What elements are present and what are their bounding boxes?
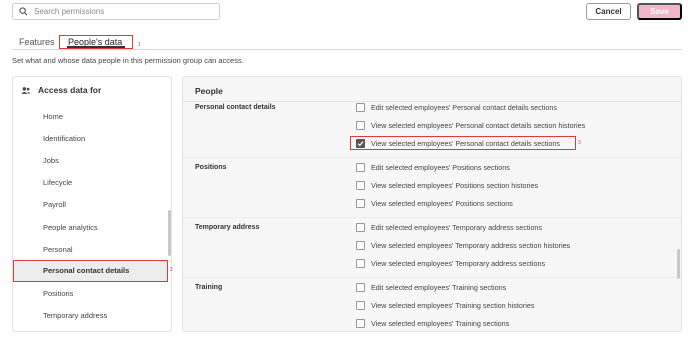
perm-label: View selected employees' Personal contac…: [371, 121, 586, 130]
nav-item-payroll[interactable]: Payroll: [43, 200, 66, 209]
nav-item-identification[interactable]: Identification: [43, 134, 85, 143]
perm-label: View selected employees' Temporary addre…: [371, 241, 571, 250]
divider: [183, 101, 681, 102]
perm-label: View selected employees' Positions secti…: [371, 199, 513, 208]
search-input[interactable]: [34, 7, 204, 16]
group-title-positions: Positions: [195, 164, 227, 171]
nav-item-home[interactable]: Home: [43, 112, 63, 121]
perm-label: Edit selected employees' Positions secti…: [371, 163, 510, 172]
perm-label: View selected employees' Training sectio…: [371, 301, 535, 310]
checkbox[interactable]: [356, 241, 365, 250]
group-title-temporary-address: Temporary address: [195, 224, 260, 231]
access-data-title: Access data for: [38, 85, 102, 95]
nav-item-temporary-address[interactable]: Temporary address: [43, 311, 107, 320]
perm-view-temporary-address[interactable]: View selected employees' Temporary addre…: [356, 259, 545, 268]
perm-edit-training[interactable]: Edit selected employees' Training sectio…: [356, 283, 506, 292]
group-separator: [183, 217, 681, 218]
cancel-button[interactable]: Cancel: [586, 3, 631, 20]
checkmark-icon: [357, 141, 364, 147]
checkbox[interactable]: [356, 199, 365, 208]
tab-features[interactable]: Features: [19, 37, 55, 47]
permissions-panel: People Personal contact details Edit sel…: [182, 76, 682, 332]
nav-item-people-analytics[interactable]: People analytics: [43, 223, 98, 232]
perm-label: View selected employees' Temporary addre…: [371, 259, 546, 268]
perm-label: View selected employees' Personal contac…: [371, 139, 561, 148]
perm-view-training[interactable]: View selected employees' Training sectio…: [356, 319, 509, 328]
nav-item-personal[interactable]: Personal: [43, 245, 73, 254]
annotation-marker-1: 1: [138, 42, 141, 48]
perm-view-personal-contact-details[interactable]: View selected employees' Personal contac…: [356, 139, 560, 148]
tab-peoples-data[interactable]: People's data: [59, 35, 133, 49]
perm-label: Edit selected employees' Personal contac…: [371, 103, 557, 112]
access-data-header: Access data for: [21, 85, 101, 95]
perm-label: Edit selected employees' Temporary addre…: [371, 223, 543, 232]
checkbox[interactable]: [356, 223, 365, 232]
perm-label: Edit selected employees' Training sectio…: [371, 283, 507, 292]
perm-label: View selected employees' Positions secti…: [371, 181, 539, 190]
perm-edit-positions[interactable]: Edit selected employees' Positions secti…: [356, 163, 510, 172]
search-bar[interactable]: [12, 3, 220, 20]
perm-view-positions[interactable]: View selected employees' Positions secti…: [356, 199, 513, 208]
group-separator: [183, 157, 681, 158]
nav-item-lifecycle[interactable]: Lifecycle: [43, 178, 72, 187]
perm-edit-personal-contact-details[interactable]: Edit selected employees' Personal contac…: [356, 103, 557, 112]
tab-bar: Features People's data: [12, 35, 682, 50]
nav-item-positions[interactable]: Positions: [43, 289, 73, 298]
annotation-marker-2: 2: [170, 267, 173, 273]
perm-view-positions-histories[interactable]: View selected employees' Positions secti…: [356, 181, 538, 190]
perm-label: View selected employees' Training sectio…: [371, 319, 510, 328]
checkbox[interactable]: [356, 163, 365, 172]
left-scrollbar[interactable]: [168, 210, 171, 256]
group-separator: [183, 277, 681, 278]
access-data-panel: Access data for Home Identification Jobs…: [12, 76, 172, 332]
checkbox[interactable]: [356, 181, 365, 190]
nav-item-jobs[interactable]: Jobs: [43, 156, 59, 165]
checkbox[interactable]: [356, 121, 365, 130]
checkbox[interactable]: [356, 319, 365, 328]
search-icon: [19, 7, 28, 16]
checkbox[interactable]: [356, 283, 365, 292]
perm-view-personal-contact-details-histories[interactable]: View selected employees' Personal contac…: [356, 121, 585, 130]
annotation-marker-3: 3: [578, 140, 581, 146]
checkbox-checked[interactable]: [356, 139, 365, 148]
nav-item-personal-contact-details[interactable]: Personal contact details: [13, 260, 168, 282]
checkbox[interactable]: [356, 301, 365, 310]
page-description: Set what and whose data people in this p…: [12, 56, 244, 65]
save-button[interactable]: Save: [637, 3, 682, 20]
right-scrollbar[interactable]: [677, 249, 680, 279]
perm-edit-temporary-address[interactable]: Edit selected employees' Temporary addre…: [356, 223, 542, 232]
group-title-training: Training: [195, 284, 223, 291]
people-icon: [21, 86, 31, 94]
checkbox[interactable]: [356, 259, 365, 268]
checkbox[interactable]: [356, 103, 365, 112]
permissions-panel-title: People: [195, 86, 223, 96]
perm-view-temporary-address-histories[interactable]: View selected employees' Temporary addre…: [356, 241, 570, 250]
group-title-personal-contact-details: Personal contact details: [195, 104, 276, 111]
perm-view-training-histories[interactable]: View selected employees' Training sectio…: [356, 301, 534, 310]
